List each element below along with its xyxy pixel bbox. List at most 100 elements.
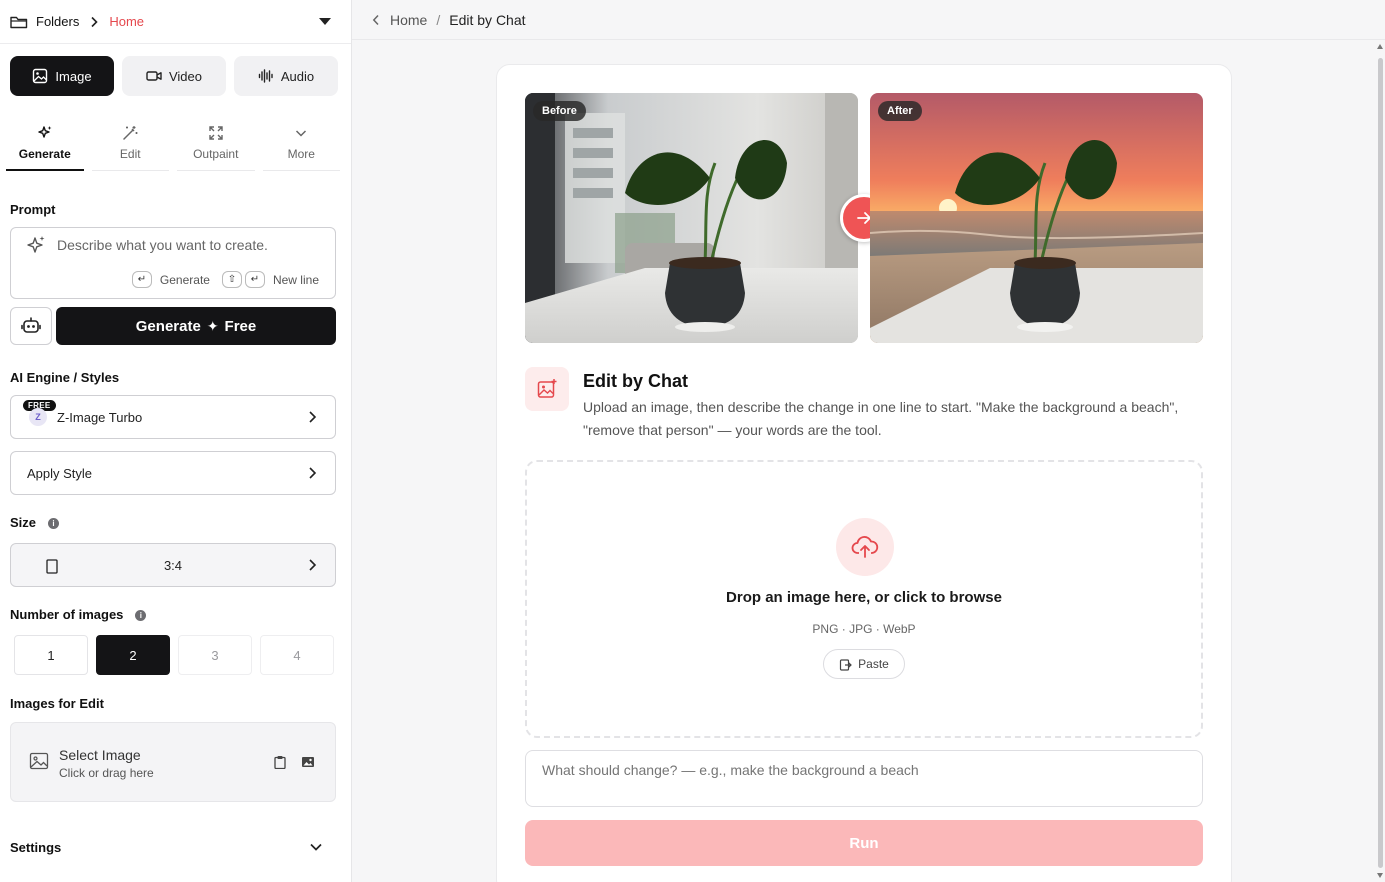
paste-button-label: Paste: [858, 657, 889, 671]
shift-key-icon: ⇧: [221, 271, 242, 288]
engine-select[interactable]: FREE Z Z-Image Turbo: [10, 395, 336, 439]
chevron-right-icon: [309, 559, 317, 571]
upload-icon-badge: [836, 518, 894, 576]
engine-logo-icon: Z: [29, 408, 47, 426]
enter-key-icon: ↵: [131, 271, 152, 288]
magic-wand-icon: [123, 126, 138, 140]
folder-breadcrumb-bar: Folders Home: [0, 0, 351, 44]
feature-description: Upload an image, then describe the chang…: [583, 399, 1179, 438]
before-photo-illustration: [525, 93, 858, 343]
apply-style-select[interactable]: Apply Style: [10, 451, 336, 495]
assistant-button[interactable]: [10, 307, 52, 345]
change-description-input[interactable]: [525, 750, 1203, 807]
size-label-text: Size: [10, 515, 37, 530]
after-label: After: [878, 101, 922, 121]
breadcrumb-separator: /: [436, 11, 441, 28]
tab-video[interactable]: Video: [122, 56, 226, 96]
video-icon: [146, 71, 162, 81]
scroll-down-arrow-icon[interactable]: [1377, 873, 1383, 878]
tab-edit-label: Edit: [119, 147, 141, 161]
hint-generate: Generate: [159, 272, 210, 287]
prompt-shortcut-hints: ↵ Generate ⇧ ↵ New line: [131, 271, 319, 288]
paste-icon: [840, 658, 853, 671]
select-image-subtitle: Click or drag here: [59, 766, 154, 780]
breadcrumb-home[interactable]: Home: [109, 14, 144, 29]
dropzone-file-types: PNG · JPG · WebP: [812, 622, 916, 636]
after-image: After: [870, 93, 1203, 343]
dropzone-title: Drop an image here, or click to browse: [726, 589, 1002, 606]
chevron-right-icon: [309, 411, 317, 423]
feature-icon-badge: [525, 367, 569, 411]
sparkle-icon: ✦: [206, 317, 219, 334]
mode-tabs: Generate Edit Outpaint More: [6, 122, 340, 171]
after-photo-illustration: [870, 93, 1203, 343]
image-icon: [29, 752, 49, 770]
edit-by-chat-card: Before After Edit by Chat Upload an imag…: [496, 64, 1232, 882]
size-value: 3:4: [163, 557, 183, 573]
prompt-input[interactable]: Describe what you want to create. ↵ Gene…: [10, 227, 336, 299]
feature-title: Edit by Chat: [583, 371, 689, 391]
info-icon[interactable]: i: [135, 610, 147, 621]
chevron-down-icon: [296, 130, 307, 137]
paste-button[interactable]: Paste: [823, 649, 905, 679]
tab-more-label: More: [287, 147, 315, 161]
generate-button-label: Generate: [135, 317, 201, 335]
count-option-1[interactable]: 1: [14, 635, 88, 675]
hint-newline: New line: [272, 272, 319, 287]
tab-audio[interactable]: Audio: [234, 56, 338, 96]
count-option-3[interactable]: 3: [178, 635, 252, 675]
select-image-dropzone[interactable]: Select Image Click or drag here: [10, 722, 336, 802]
apply-style-label: Apply Style: [27, 465, 93, 481]
folder-icon: [10, 16, 28, 28]
tab-image[interactable]: Image: [10, 56, 114, 96]
media-type-tabs: Image Video Audio: [10, 56, 338, 96]
cloud-upload-icon: [851, 536, 879, 558]
prompt-placeholder: Describe what you want to create.: [57, 237, 268, 253]
sparkle-icon: [27, 236, 45, 253]
tab-video-label: Video: [168, 68, 202, 84]
generate-button[interactable]: Generate ✦ Free: [56, 307, 336, 345]
tab-image-label: Image: [55, 68, 92, 84]
chevron-left-icon[interactable]: [372, 14, 380, 26]
size-select[interactable]: 3:4: [10, 543, 336, 587]
tab-audio-label: Audio: [280, 68, 315, 84]
size-label: Size i: [10, 515, 60, 530]
count-option-2[interactable]: 2: [96, 635, 170, 675]
tab-edit[interactable]: Edit: [91, 122, 169, 171]
engine-model-name: Z-Image Turbo: [57, 409, 143, 425]
tab-outpaint[interactable]: Outpaint: [177, 122, 255, 171]
images-for-edit-label: Images for Edit: [10, 696, 104, 711]
gallery-icon[interactable]: [301, 755, 315, 769]
engine-label: AI Engine / Styles: [10, 370, 120, 385]
chevron-right-icon: [91, 16, 98, 27]
breadcrumb-folders[interactable]: Folders: [36, 14, 79, 29]
scroll-up-arrow-icon[interactable]: [1377, 44, 1383, 49]
scrollbar-thumb[interactable]: [1378, 58, 1383, 868]
info-icon[interactable]: i: [48, 518, 60, 529]
sparkle-icon: [38, 126, 52, 138]
sidebar: Folders Home Image Video Audio Generate …: [0, 0, 352, 882]
dropdown-caret-icon[interactable]: [319, 18, 331, 25]
chevron-down-icon[interactable]: [309, 842, 323, 852]
number-of-images-options: 1 2 3 4: [14, 635, 334, 675]
run-button[interactable]: Run: [525, 820, 1203, 866]
tab-generate[interactable]: Generate: [6, 122, 84, 171]
tab-more[interactable]: More: [262, 122, 340, 171]
robot-icon: [21, 317, 41, 333]
clipboard-icon[interactable]: [273, 755, 287, 769]
count-option-4[interactable]: 4: [260, 635, 334, 675]
select-image-title: Select Image: [59, 747, 141, 763]
image-edit-icon: [537, 379, 557, 398]
breadcrumb-current: Edit by Chat: [449, 11, 526, 28]
prompt-label: Prompt: [10, 202, 56, 217]
image-icon: [33, 68, 48, 84]
tab-generate-label: Generate: [18, 147, 71, 161]
before-image: Before: [525, 93, 858, 343]
image-upload-dropzone[interactable]: Drop an image here, or click to browse P…: [525, 460, 1203, 738]
audio-wave-icon: [258, 69, 273, 83]
before-label: Before: [533, 101, 586, 121]
breadcrumb-home-link[interactable]: Home: [390, 12, 427, 28]
chevron-right-icon: [309, 467, 317, 479]
page-scrollbar[interactable]: [1376, 40, 1385, 882]
settings-label[interactable]: Settings: [10, 840, 61, 855]
